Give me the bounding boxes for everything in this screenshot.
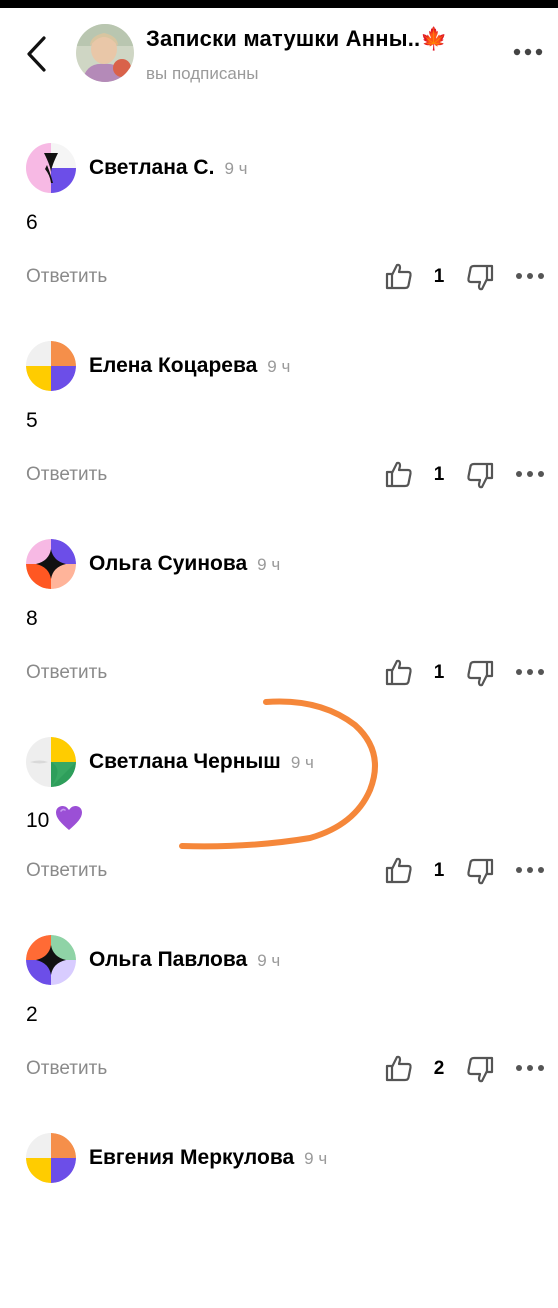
comment-author[interactable]: Светлана Черныш 9 ч: [89, 750, 314, 774]
like-button[interactable]: [383, 458, 415, 490]
comment-author[interactable]: Ольга Павлова 9 ч: [89, 948, 280, 972]
more-horizontal-icon: [516, 669, 544, 675]
comment-item: Евгения Меркулова 9 ч: [0, 1110, 558, 1308]
comment-more-button[interactable]: [514, 664, 546, 680]
thumbs-up-icon: [385, 461, 412, 488]
reply-button[interactable]: Ответить: [26, 464, 107, 486]
like-count: 1: [433, 860, 445, 881]
avatar[interactable]: [26, 935, 76, 985]
dislike-button[interactable]: [464, 658, 496, 690]
author-name: Светлана Черныш: [89, 750, 281, 773]
comment-body: 5: [26, 409, 38, 432]
more-horizontal-icon: [516, 1065, 544, 1071]
status-bar-edge: [0, 0, 558, 8]
comment-time: 9 ч: [290, 753, 314, 772]
author-name: Евгения Меркулова: [89, 1146, 295, 1169]
comment-text: 2: [26, 1003, 38, 1027]
comment-time: 9 ч: [267, 357, 291, 376]
reply-button[interactable]: Ответить: [26, 1058, 107, 1080]
comment-item: Светлана С. 9 ч 6 Ответить 1: [0, 120, 558, 318]
more-horizontal-icon: [516, 471, 544, 477]
like-count: 2: [433, 1058, 445, 1079]
channel-header: Записки матушки Анны..🍁 вы подписаны: [0, 8, 558, 100]
comment-text: 6: [26, 211, 38, 235]
thumbs-up-icon: [385, 1055, 412, 1082]
more-horizontal-icon: [513, 48, 543, 56]
avatar[interactable]: [26, 1133, 76, 1183]
comment-time: 9 ч: [257, 555, 281, 574]
comment-text: 8: [26, 607, 38, 631]
comment-item: Елена Коцарева 9 ч 5 Ответить 1: [0, 318, 558, 516]
avatar[interactable]: [26, 737, 76, 787]
header-more-button[interactable]: [512, 42, 544, 62]
comment-item: Ольга Суинова 9 ч 8 Ответить 1: [0, 516, 558, 714]
purple-heart-icon: [55, 805, 83, 837]
author-name: Ольга Суинова: [89, 552, 248, 575]
like-button[interactable]: [383, 854, 415, 886]
avatar[interactable]: [26, 143, 76, 193]
dislike-button[interactable]: [464, 856, 496, 888]
thumbs-down-icon: [467, 858, 494, 885]
comment-more-button[interactable]: [514, 268, 546, 284]
thumbs-down-icon: [467, 660, 494, 687]
avatar[interactable]: [26, 341, 76, 391]
subscription-status: вы подписаны: [146, 64, 259, 83]
more-horizontal-icon: [516, 867, 544, 873]
comment-body: 2: [26, 1003, 38, 1026]
reply-button[interactable]: Ответить: [26, 860, 107, 882]
comment-author[interactable]: Елена Коцарева 9 ч: [89, 354, 290, 378]
back-button[interactable]: [20, 34, 54, 74]
comment-item: Ольга Павлова 9 ч 2 Ответить 2: [0, 912, 558, 1110]
avatar[interactable]: [26, 539, 76, 589]
thumbs-down-icon: [467, 462, 494, 489]
like-button[interactable]: [383, 1052, 415, 1084]
comment-time: 9 ч: [224, 159, 248, 178]
dislike-button[interactable]: [464, 262, 496, 294]
like-count: 1: [433, 266, 445, 287]
comment-body: 8: [26, 607, 38, 630]
reply-button[interactable]: Ответить: [26, 266, 107, 288]
reply-button[interactable]: Ответить: [26, 662, 107, 684]
thumbs-up-icon: [385, 263, 412, 290]
like-button[interactable]: [383, 260, 415, 292]
like-count: 1: [433, 464, 445, 485]
comment-list: Светлана С. 9 ч 6 Ответить 1 Елена Коцаре…: [0, 120, 558, 1308]
comment-more-button[interactable]: [514, 862, 546, 878]
comment-text: 5: [26, 409, 38, 433]
channel-avatar[interactable]: [76, 24, 134, 82]
thumbs-down-icon: [467, 1056, 494, 1083]
more-horizontal-icon: [516, 273, 544, 279]
like-count: 1: [433, 662, 445, 683]
comment-author[interactable]: Евгения Меркулова 9 ч: [89, 1146, 327, 1170]
author-name: Ольга Павлова: [89, 948, 248, 971]
comment-time: 9 ч: [304, 1149, 328, 1168]
dislike-button[interactable]: [464, 1054, 496, 1086]
like-button[interactable]: [383, 656, 415, 688]
chevron-left-icon: [27, 36, 46, 72]
comment-text: 10: [26, 805, 83, 837]
dislike-button[interactable]: [464, 460, 496, 492]
comment-body: 10: [26, 809, 50, 832]
thumbs-down-icon: [467, 264, 494, 291]
author-name: Светлана С.: [89, 156, 215, 179]
comment-author[interactable]: Светлана С. 9 ч: [89, 156, 247, 180]
comment-body: 6: [26, 211, 38, 234]
thumbs-up-icon: [385, 857, 412, 884]
author-name: Елена Коцарева: [89, 354, 258, 377]
comment-more-button[interactable]: [514, 466, 546, 482]
comment-author[interactable]: Ольга Суинова 9 ч: [89, 552, 280, 576]
thumbs-up-icon: [385, 659, 412, 686]
comment-more-button[interactable]: [514, 1060, 546, 1076]
comment-item: Светлана Черныш 9 ч 10 Ответить 1: [0, 714, 558, 912]
comment-time: 9 ч: [257, 951, 281, 970]
channel-title[interactable]: Записки матушки Анны..🍁: [146, 26, 448, 52]
